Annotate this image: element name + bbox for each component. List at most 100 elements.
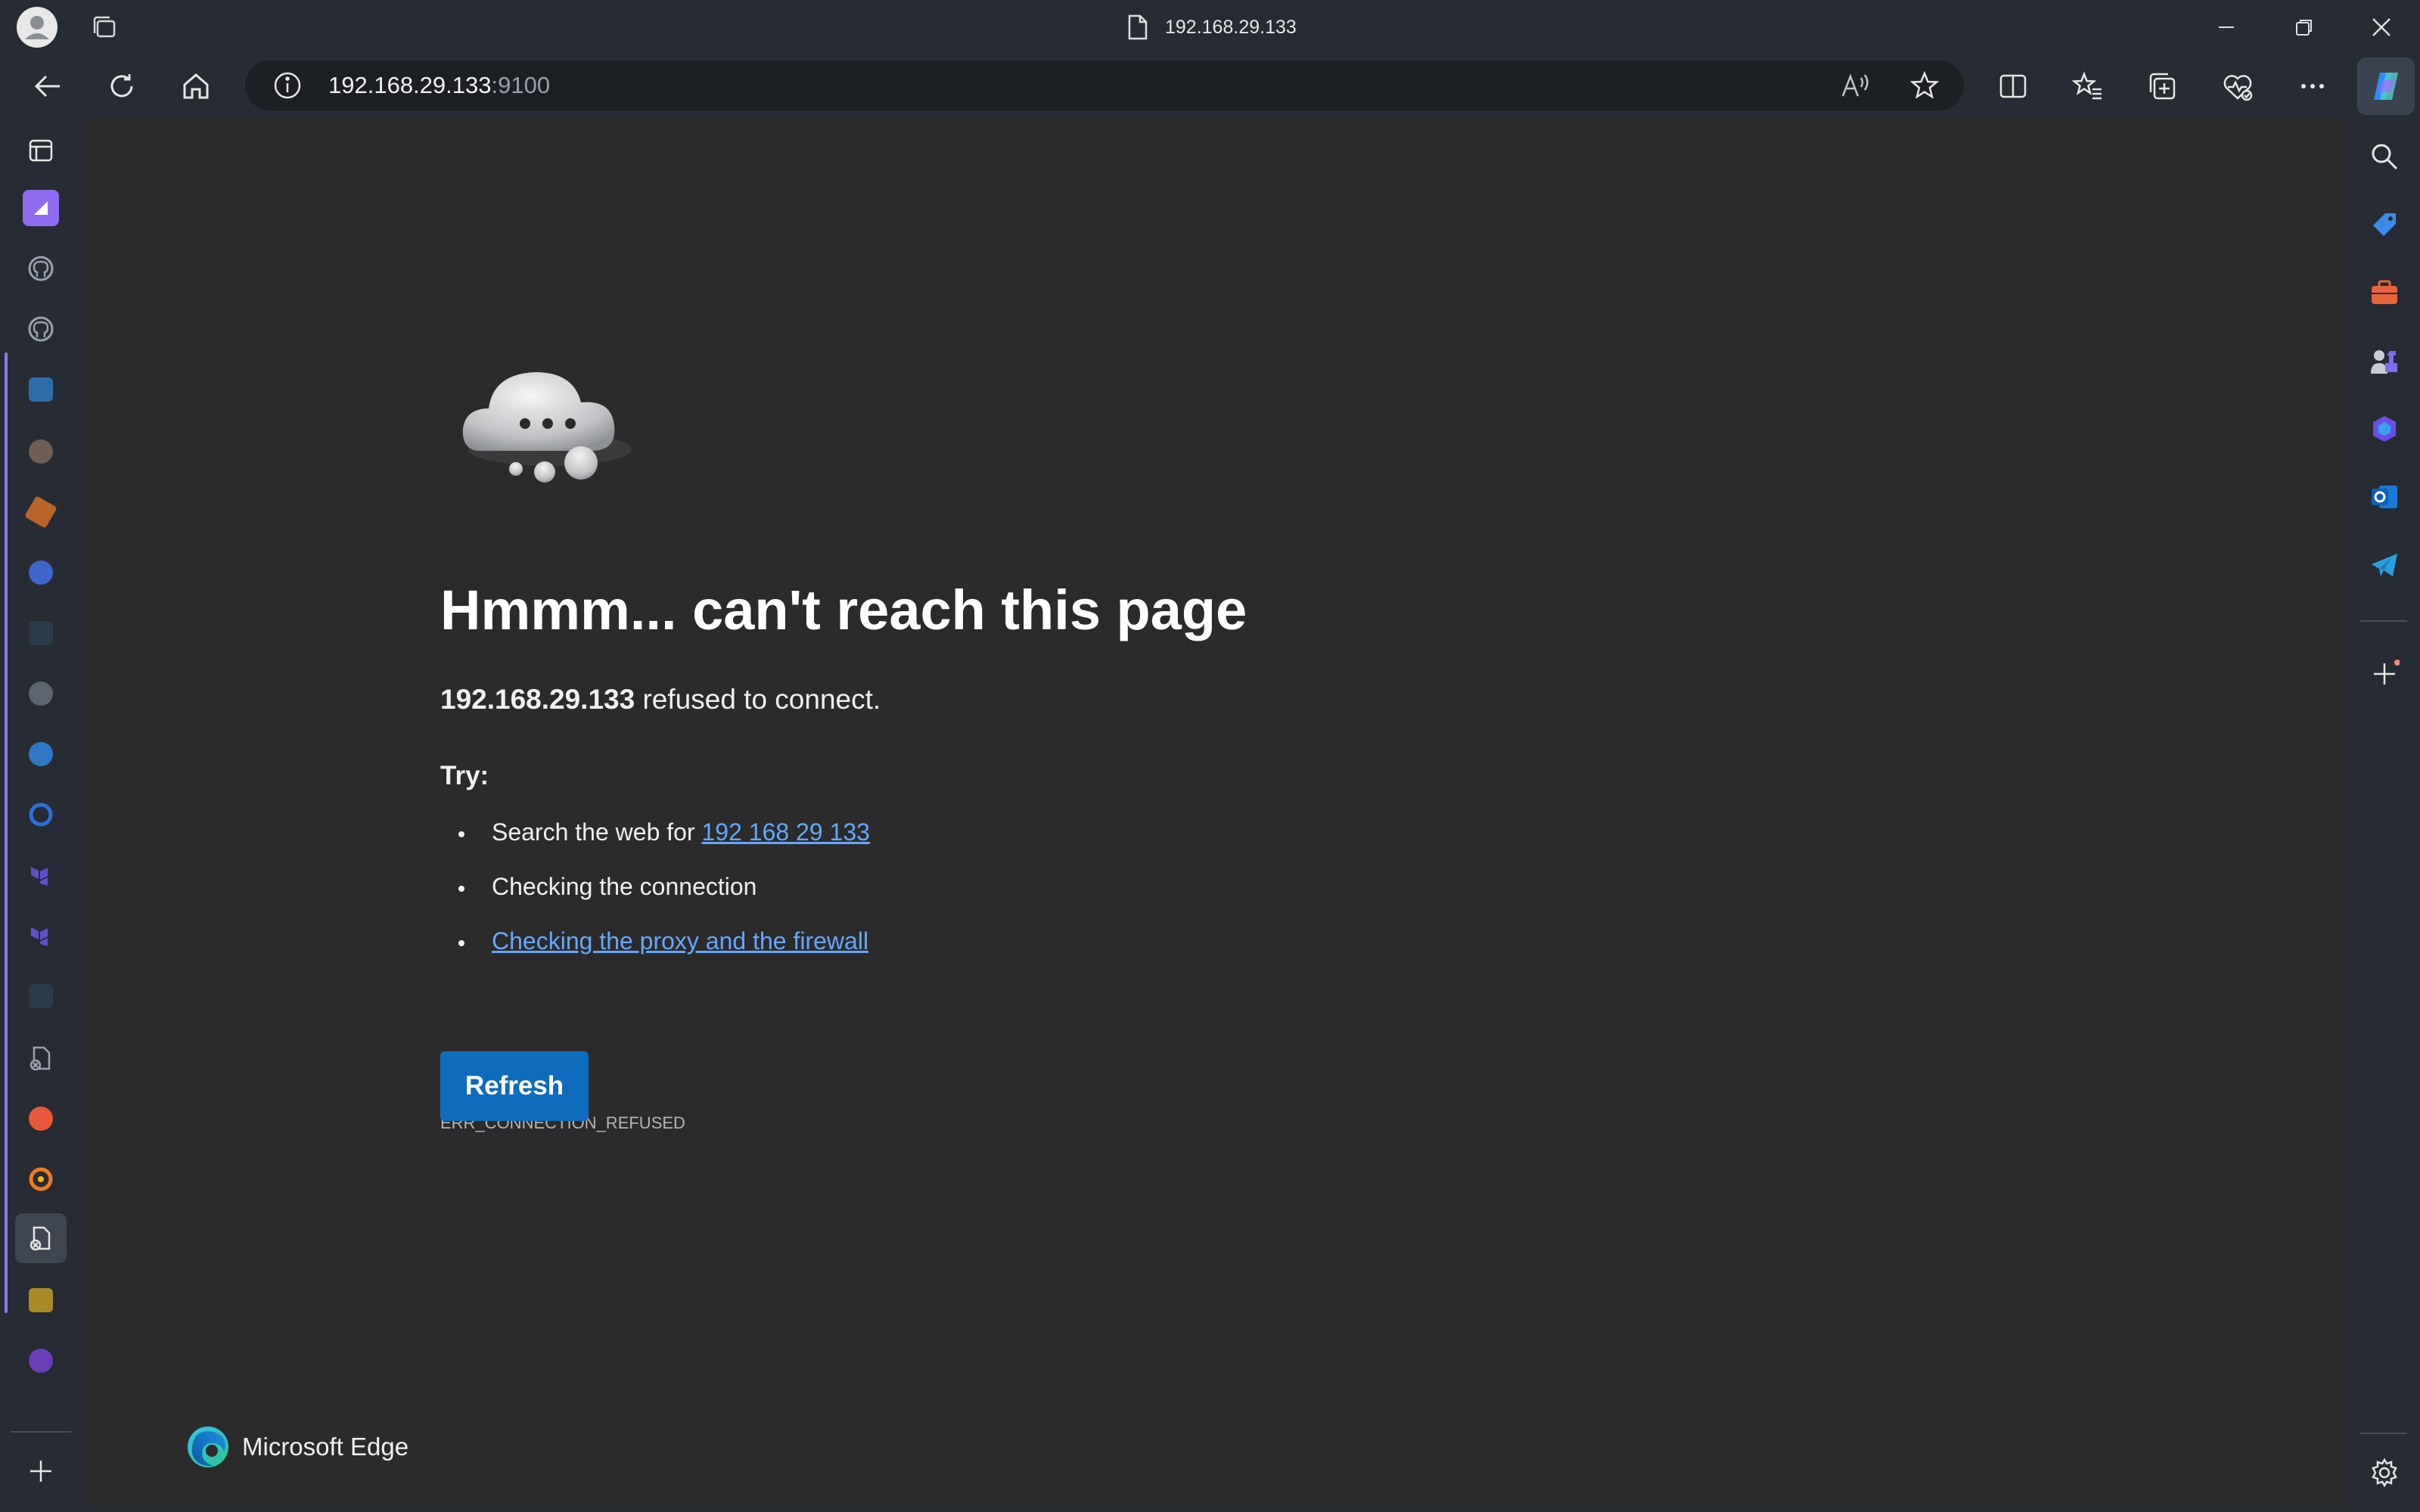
tab-item[interactable] — [15, 1033, 67, 1083]
workspaces-icon[interactable] — [79, 0, 132, 54]
app-icon — [23, 190, 59, 226]
reload-icon — [110, 74, 133, 98]
avatar-icon — [29, 681, 53, 706]
minimize-button[interactable] — [2190, 0, 2263, 54]
microsoft365-button[interactable] — [2348, 402, 2420, 455]
tab-item[interactable] — [15, 365, 67, 414]
site-info-icon[interactable] — [272, 70, 303, 101]
telegram-button[interactable] — [2348, 539, 2420, 591]
tab-item[interactable] — [15, 1275, 67, 1325]
tools-button[interactable] — [2348, 266, 2420, 319]
tab-item[interactable] — [15, 427, 67, 477]
copilot-icon — [2374, 73, 2398, 100]
search-web-link[interactable]: 192 168 29 133 — [701, 818, 869, 846]
add-sidebar-app-button[interactable] — [2348, 647, 2420, 700]
restore-button[interactable] — [2268, 0, 2341, 54]
settings-icon — [2371, 1458, 2397, 1488]
terraform-icon — [31, 867, 48, 886]
digitalocean-icon — [29, 803, 53, 827]
divider — [11, 1431, 71, 1433]
home-button[interactable] — [171, 62, 221, 110]
back-button[interactable] — [23, 62, 73, 110]
proxy-firewall-link[interactable]: Checking the proxy and the firewall — [492, 927, 868, 955]
address-bar[interactable]: 192.168.29.133:9100 — [245, 61, 1964, 110]
more-button[interactable] — [2288, 62, 2338, 110]
games-icon — [2370, 350, 2397, 374]
outlook-icon — [2371, 486, 2397, 508]
error-page-icon — [30, 1046, 51, 1071]
tab-favicon — [29, 621, 53, 645]
tab-item[interactable] — [15, 548, 67, 598]
tab-item[interactable] — [15, 850, 67, 900]
tab-item[interactable] — [15, 1154, 67, 1204]
split-screen-button[interactable] — [1988, 62, 2038, 110]
collections-icon — [2149, 73, 2176, 100]
tab-item-active[interactable] — [15, 1213, 67, 1263]
github-icon — [28, 256, 54, 281]
copilot-button[interactable] — [2357, 57, 2415, 115]
tab-favicon — [29, 984, 53, 1008]
tab-item[interactable] — [15, 487, 67, 537]
more-icon — [2301, 84, 2324, 88]
tab-favicon — [29, 1349, 53, 1373]
tab-item[interactable] — [15, 790, 67, 840]
collections-button[interactable] — [2138, 62, 2188, 110]
shopping-tag-icon — [2372, 213, 2396, 236]
package-icon — [24, 495, 57, 529]
divider — [2360, 620, 2407, 622]
tab-item[interactable] — [15, 971, 67, 1021]
tab-item[interactable] — [15, 183, 67, 233]
shopping-button[interactable] — [2348, 198, 2420, 251]
tab-item[interactable] — [15, 244, 67, 293]
new-tab-button[interactable] — [15, 1446, 67, 1496]
microsoft365-icon — [2372, 416, 2396, 442]
kubernetes-icon — [29, 560, 53, 585]
address-url[interactable]: 192.168.29.133:9100 — [328, 61, 550, 110]
list-item: Checking the connection — [458, 873, 756, 901]
tab-item[interactable] — [15, 1336, 67, 1386]
vertical-tabs — [0, 118, 85, 1512]
close-window-button[interactable] — [2345, 0, 2418, 54]
try-label: Try: — [440, 761, 489, 790]
browser-essentials-button[interactable] — [2213, 62, 2263, 110]
outlook-button[interactable] — [2348, 470, 2420, 523]
error-page-icon — [30, 1226, 51, 1251]
tab-actions-menu[interactable] — [15, 126, 67, 175]
games-button[interactable] — [2348, 334, 2420, 387]
back-icon — [34, 75, 60, 98]
read-aloud-icon[interactable] — [1840, 70, 1873, 101]
tab-group-indicator — [5, 352, 8, 1313]
list-item: Checking the proxy and the firewall — [458, 927, 868, 955]
tab-item[interactable] — [15, 911, 67, 961]
terraform-icon — [31, 927, 48, 946]
tab-item[interactable] — [15, 1094, 67, 1144]
right-sidebar — [2348, 118, 2420, 1512]
home-icon — [183, 73, 209, 99]
tab-item[interactable] — [15, 729, 67, 779]
grafana-icon — [29, 1167, 53, 1191]
toolbar: 192.168.29.133:9100 — [0, 54, 2420, 118]
avatar-icon — [29, 439, 53, 464]
jenkins-icon — [29, 377, 53, 402]
divider — [2360, 1433, 2407, 1434]
refresh-button[interactable]: Refresh — [440, 1051, 589, 1121]
search-button[interactable] — [2348, 130, 2420, 183]
search-icon — [2372, 144, 2397, 170]
list-item: Search the web for 192 168 29 133 — [458, 818, 870, 846]
github-icon — [28, 316, 54, 342]
cloud-illustration — [455, 352, 645, 504]
brand: Microsoft Edge — [186, 1425, 409, 1469]
favorite-star-icon[interactable] — [1909, 70, 1940, 101]
favorites-icon — [2072, 71, 2102, 100]
brand-name: Microsoft Edge — [242, 1433, 409, 1461]
tab-item[interactable] — [15, 669, 67, 719]
tab-item[interactable] — [15, 608, 67, 658]
tools-icon — [2371, 280, 2397, 304]
octopus-icon — [29, 742, 53, 766]
telegram-icon — [2371, 554, 2397, 576]
reload-button[interactable] — [97, 62, 147, 110]
sidebar-settings-button[interactable] — [2348, 1446, 2420, 1499]
tab-item[interactable] — [15, 304, 67, 354]
favorites-button[interactable] — [2063, 62, 2113, 110]
profile-icon[interactable] — [11, 0, 64, 54]
